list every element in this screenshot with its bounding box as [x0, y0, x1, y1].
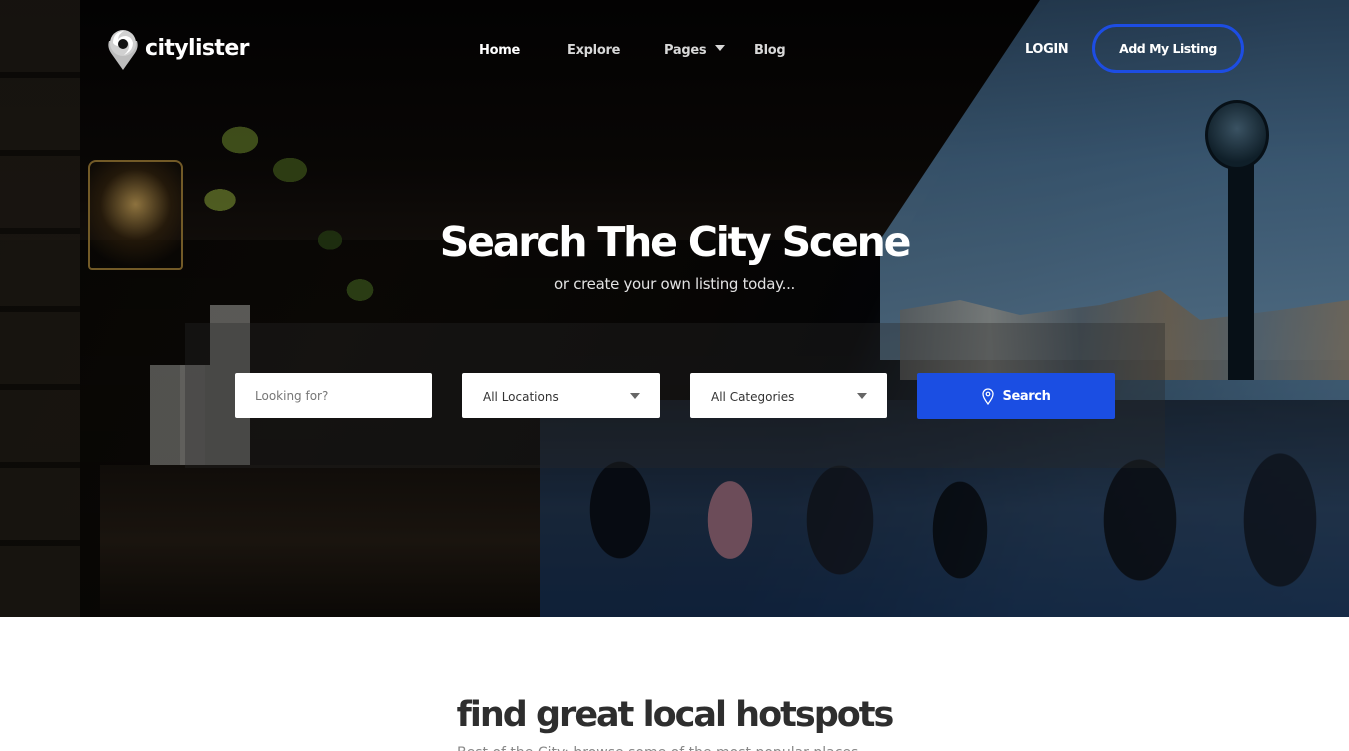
- nav-item-blog[interactable]: Blog: [754, 43, 786, 58]
- keyword-field[interactable]: [235, 373, 432, 418]
- nav-item-explore[interactable]: Explore: [567, 43, 620, 58]
- location-select-value: All Locations: [483, 389, 559, 404]
- pages-dropdown-caret-icon[interactable]: [715, 45, 725, 51]
- nav-item-pages[interactable]: Pages: [664, 43, 707, 58]
- brand-logo[interactable]: citylister: [107, 29, 250, 71]
- login-link[interactable]: LOGIN: [1025, 42, 1069, 57]
- keyword-input[interactable]: [235, 373, 432, 418]
- navbar: citylister Home Explore Pages Blog LOGIN…: [0, 0, 1349, 100]
- map-pin-icon: [981, 387, 994, 405]
- location-select[interactable]: All Locations: [462, 373, 660, 418]
- section-subtitle: Best of the City: browse some of the mos…: [457, 743, 858, 751]
- add-listing-button[interactable]: Add My Listing: [1092, 24, 1244, 73]
- brand-name: citylister: [145, 35, 250, 61]
- category-select-value: All Categories: [711, 389, 795, 404]
- map-pin-swirl-icon: [108, 30, 138, 70]
- hero-subtitle: or create your own listing today...: [553, 275, 796, 293]
- hero-section: citylister Home Explore Pages Blog LOGIN…: [0, 0, 1349, 617]
- category-select[interactable]: All Categories: [690, 373, 887, 418]
- search-button-label: Search: [1002, 388, 1051, 404]
- search-button[interactable]: Search: [917, 373, 1115, 419]
- nav-item-home[interactable]: Home: [479, 43, 520, 58]
- hero-title: Search The City Scene: [439, 218, 912, 266]
- chevron-down-icon: [630, 392, 640, 399]
- section-title: find great local hotspots: [456, 695, 895, 735]
- chevron-down-icon: [857, 392, 867, 399]
